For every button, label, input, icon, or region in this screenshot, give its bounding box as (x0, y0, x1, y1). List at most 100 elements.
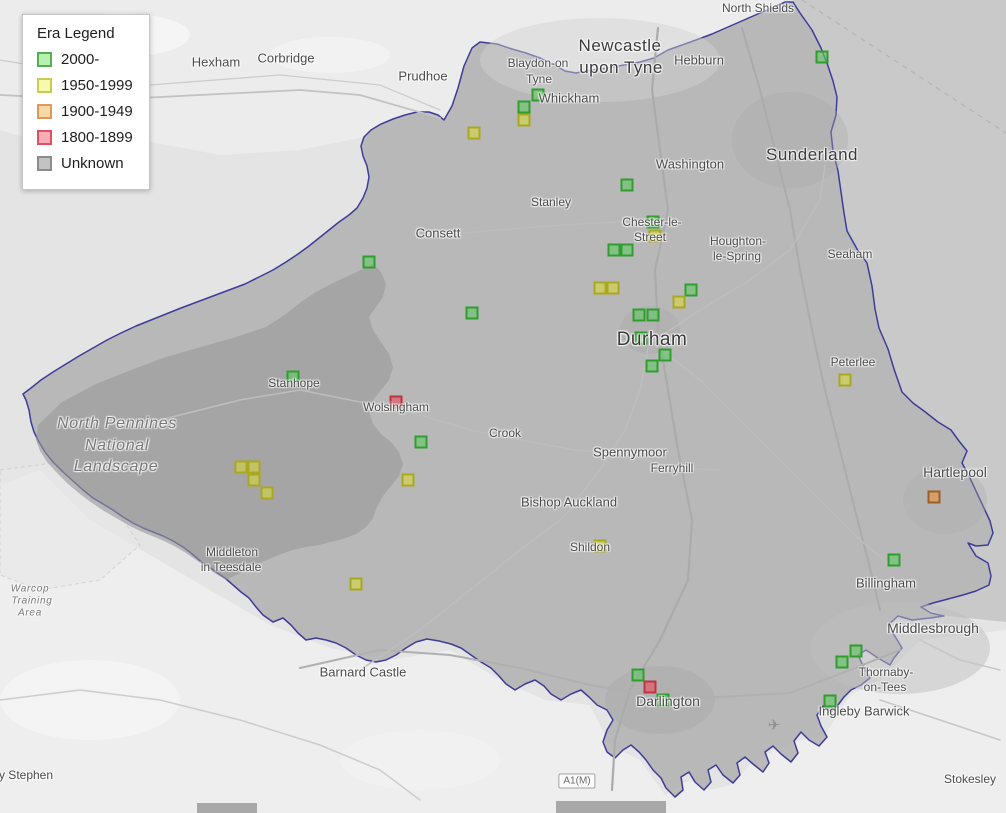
prudhoe-label: Prudhoe (398, 69, 447, 84)
era-marker-1950-1999[interactable] (594, 282, 607, 295)
legend-swatch-1950-1999 (37, 78, 52, 93)
hebburn-label: Hebburn (674, 53, 724, 68)
era-marker-1950-1999[interactable] (248, 474, 261, 487)
le-spring-label: le-Spring (713, 249, 761, 263)
crook-label: Crook (489, 426, 521, 440)
era-marker-2000[interactable] (685, 284, 698, 297)
newcastle-label: Newcastle (579, 36, 662, 56)
map-viewport[interactable]: North Shields Newcastleupon Tyne Hebburn He… (0, 0, 1006, 813)
era-marker-2000[interactable] (608, 244, 621, 257)
era-marker-1950-1999[interactable] (673, 296, 686, 309)
stanley-label: Stanley (531, 195, 571, 209)
ingleby-barwick-label: Ingleby Barwick (818, 704, 909, 719)
legend-item-unknown: Unknown (37, 153, 133, 173)
wolsingham-label: Wolsingham (363, 400, 429, 414)
road-shield-a1m: A1(M) (558, 774, 595, 789)
era-marker-1950-1999[interactable] (518, 114, 531, 127)
legend-swatch-1900-1949 (37, 104, 52, 119)
woodland-patch (556, 801, 666, 813)
upon-tyne-label: upon Tyne (579, 58, 663, 78)
north-shields-label: North Shields (722, 1, 794, 15)
shildon-label: Shildon (570, 540, 610, 554)
stokesley-label: Stokesley (944, 772, 996, 786)
seaham-label: Seaham (828, 247, 873, 261)
era-marker-2000[interactable] (466, 307, 479, 320)
era-marker-2000[interactable] (415, 436, 428, 449)
bishop-auckland-label: Bishop Auckland (521, 495, 617, 510)
era-marker-2000[interactable] (518, 101, 531, 114)
era-marker-2000[interactable] (836, 656, 849, 669)
chester-le-label: Chester-le- (622, 215, 681, 229)
sunderland-label: Sunderland (766, 145, 858, 165)
era-marker-1950-1999[interactable] (607, 282, 620, 295)
era-marker-1950-1999[interactable] (235, 461, 248, 474)
national-label: National (85, 437, 149, 455)
era-marker-2000[interactable] (363, 256, 376, 269)
legend-swatch-2000 (37, 52, 52, 67)
houghton-label: Houghton- (710, 234, 766, 248)
urban-area-sunderland (732, 92, 848, 188)
legend-title: Era Legend (37, 25, 133, 42)
thornaby-label: Thornaby- (859, 665, 914, 679)
spennymoor-label: Spennymoor (593, 445, 667, 460)
era-marker-1950-1999[interactable] (248, 461, 261, 474)
legend-item-1950-1999: 1950-1999 (37, 75, 133, 95)
era-marker-1800-1899[interactable] (644, 681, 657, 694)
ferryhill-label: Ferryhill (651, 461, 694, 475)
legend-label: 1800-1899 (61, 130, 133, 145)
era-marker-1950-1999[interactable] (839, 374, 852, 387)
north-pennines-label: North Pennines (57, 415, 177, 433)
darlington-label: Darlington (636, 693, 700, 709)
era-marker-2000[interactable] (816, 51, 829, 64)
billingham-label: Billingham (856, 576, 916, 591)
on-tees-label: on-Tees (864, 680, 907, 694)
legend-label: Unknown (61, 156, 124, 171)
era-legend-items: 2000- 1950-1999 1900-1949 1800-1899 Unknown (37, 49, 133, 173)
warcop-label: Warcop (11, 584, 49, 595)
corbridge-label: Corbridge (257, 51, 314, 66)
blaydon-on-label: Blaydon-on (508, 56, 569, 70)
era-marker-2000[interactable] (621, 244, 634, 257)
street-label: Street (634, 230, 666, 244)
terrain-patch (340, 730, 500, 790)
era-marker-1950-1999[interactable] (468, 127, 481, 140)
legend-label: 1950-1999 (61, 78, 133, 93)
landscape-label: Landscape (74, 458, 159, 476)
whickham-label: Whickham (539, 91, 600, 106)
legend-item-1800-1899: 1800-1899 (37, 127, 133, 147)
consett-label: Consett (416, 226, 461, 241)
peterlee-label: Peterlee (831, 355, 876, 369)
tyne-label: Tyne (526, 72, 552, 86)
legend-label: 1900-1949 (61, 104, 133, 119)
era-marker-1950-1999[interactable] (350, 578, 363, 591)
era-marker-2000[interactable] (850, 645, 863, 658)
era-marker-2000[interactable] (633, 309, 646, 322)
legend-swatch-1800-1899 (37, 130, 52, 145)
era-marker-1950-1999[interactable] (402, 474, 415, 487)
stanhope-label: Stanhope (268, 376, 319, 390)
legend-item-2000: 2000- (37, 49, 133, 69)
durham-label: Durham (617, 329, 688, 351)
washington-label: Washington (656, 157, 724, 172)
era-marker-2000[interactable] (888, 554, 901, 567)
training-label: Training (12, 596, 53, 607)
hartlepool-label: Hartlepool (923, 464, 987, 480)
map-canvas[interactable] (0, 0, 1006, 813)
airport-icon: ✈ (768, 716, 781, 734)
hexham-label: Hexham (192, 55, 240, 70)
era-legend: Era Legend 2000- 1950-1999 1900-1949 1800-1… (22, 14, 150, 190)
era-marker-2000[interactable] (621, 179, 634, 192)
legend-label: 2000- (61, 52, 99, 67)
in-teesdale-label: in Teesdale (201, 560, 262, 574)
barnard-castle-label: Barnard Castle (320, 665, 407, 680)
legend-item-1900-1949: 1900-1949 (37, 101, 133, 121)
era-marker-2000[interactable] (646, 360, 659, 373)
era-marker-1950-1999[interactable] (261, 487, 274, 500)
area-label: Area (18, 608, 42, 619)
terrain-patch (0, 660, 180, 740)
era-marker-2000[interactable] (647, 309, 660, 322)
legend-swatch-unknown (37, 156, 52, 171)
y-stephen-label: y Stephen (0, 768, 53, 782)
era-marker-1900-1949[interactable] (928, 491, 941, 504)
middlesbrough-label: Middlesbrough (887, 620, 979, 636)
